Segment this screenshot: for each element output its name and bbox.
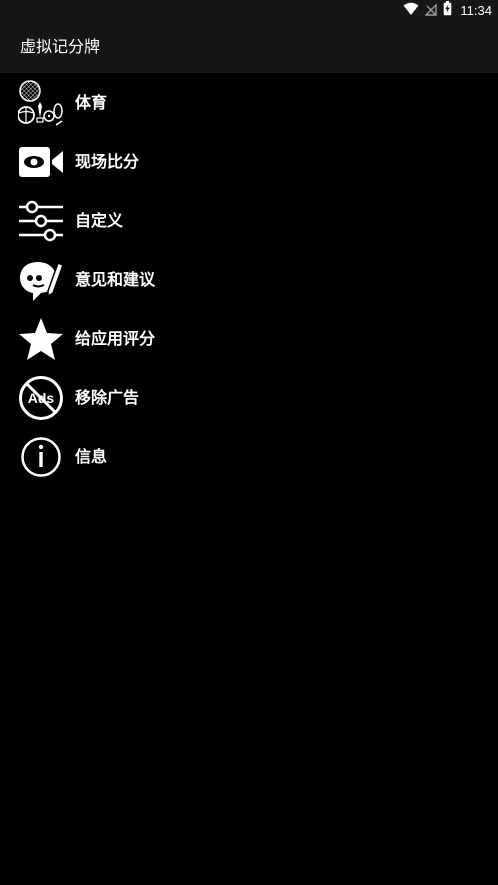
no-ads-icon: Ads: [18, 375, 64, 421]
sliders-icon: [18, 198, 64, 244]
menu-item-label: 给应用评分: [75, 328, 156, 348]
wifi-icon: [403, 1, 419, 20]
navigation-menu: 体育 现场比分 自定义 意见和建议 给应用评分 移除广告 信息: [0, 73, 498, 486]
menu-item-customize[interactable]: 自定义: [0, 191, 498, 250]
menu-item-remove-ads[interactable]: Ads 移除广告: [0, 368, 498, 427]
battery-charging-icon: [443, 0, 452, 20]
menu-item-rate-app[interactable]: 给应用评分: [0, 309, 498, 368]
status-icons: 11:34: [403, 0, 492, 20]
menu-item-label: 现场比分: [75, 151, 140, 171]
menu-item-info[interactable]: 信息: [0, 427, 498, 486]
star-icon: [18, 316, 64, 362]
menu-item-label: 体育: [75, 92, 108, 112]
menu-item-label: 意见和建议: [75, 269, 156, 289]
menu-item-label: 移除广告: [75, 387, 140, 407]
video-camera-icon: [18, 139, 64, 185]
status-time: 11:34: [460, 2, 492, 18]
signal-off-icon: [424, 1, 438, 20]
menu-item-feedback[interactable]: 意见和建议: [0, 250, 498, 309]
info-icon: [18, 434, 64, 480]
chat-pencil-icon: [18, 257, 64, 303]
menu-item-live-score[interactable]: 现场比分: [0, 132, 498, 191]
app-title: 虚拟记分牌: [20, 37, 101, 56]
sports-balls-icon: [18, 79, 64, 126]
menu-item-label: 自定义: [75, 210, 124, 230]
app-bar: 虚拟记分牌: [0, 20, 498, 73]
status-bar: 11:34: [0, 0, 498, 20]
menu-item-sports[interactable]: 体育: [0, 73, 498, 132]
menu-item-label: 信息: [75, 446, 108, 466]
